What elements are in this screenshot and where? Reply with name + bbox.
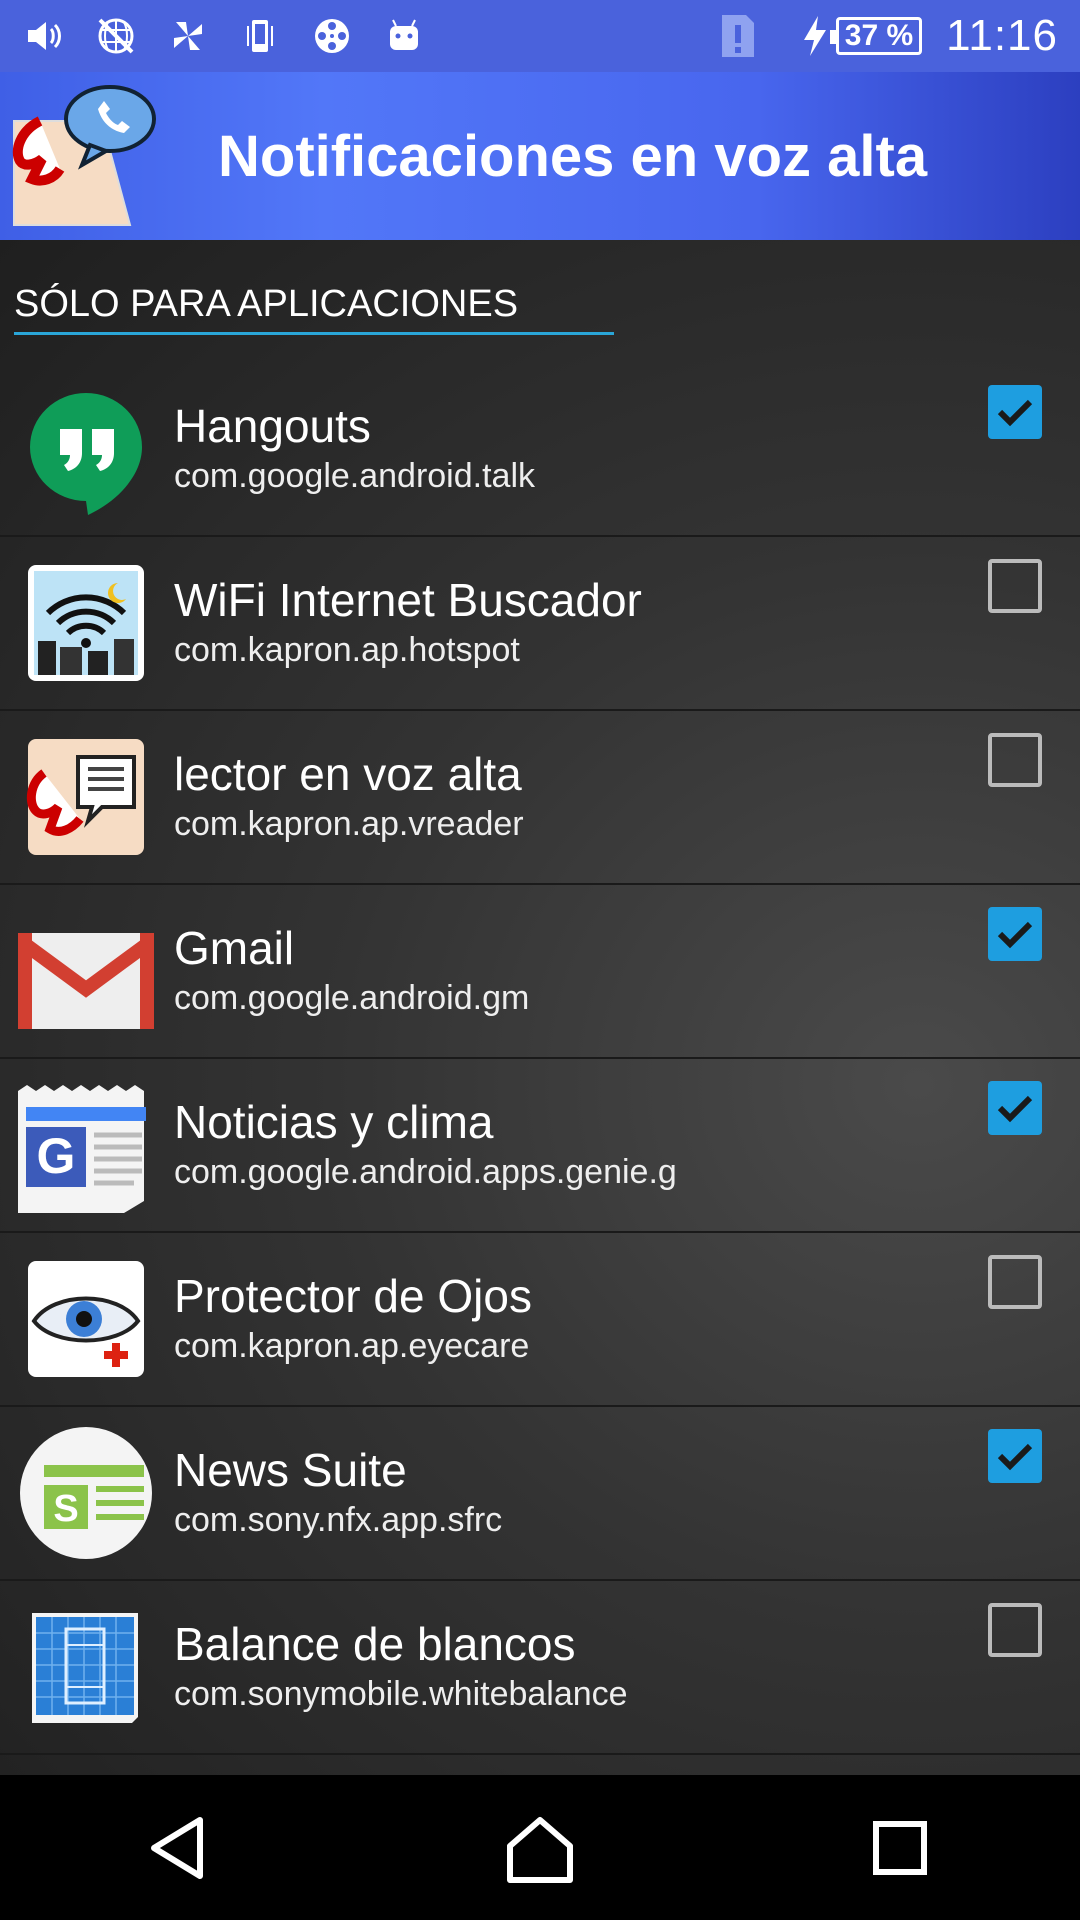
back-icon <box>151 1816 203 1879</box>
enable-checkbox[interactable] <box>988 1429 1042 1483</box>
list-item[interactable]: Protector de Ojos com.kapron.ap.eyecare <box>0 1233 1080 1407</box>
hangouts-icon <box>18 381 154 517</box>
section-header: SÓLO PARA APLICACIONES <box>14 283 614 335</box>
list-item[interactable]: S News Suite com.sony.nfx.app.sfrc <box>0 1407 1080 1581</box>
recents-icon <box>873 1820 927 1875</box>
no-network-icon <box>94 14 138 58</box>
home-icon <box>507 1816 573 1883</box>
app-logo <box>12 85 156 226</box>
app-package: com.google.android.apps.genie.g <box>174 1153 677 1191</box>
voice-reader-icon <box>18 729 154 865</box>
app-name: WiFi Internet Buscador <box>174 574 642 626</box>
enable-checkbox[interactable] <box>988 385 1042 439</box>
app-package: com.kapron.ap.vreader <box>174 805 524 843</box>
app-package: com.sonymobile.whitebalance <box>174 1675 628 1713</box>
enable-checkbox[interactable] <box>988 1255 1042 1309</box>
app-package: com.google.android.gm <box>174 979 530 1017</box>
list-item[interactable]: G Noticias y clima com.google.android.ap… <box>0 1059 1080 1233</box>
white-balance-icon <box>18 1599 154 1735</box>
clock: 11:16 <box>946 11 1058 60</box>
list-item[interactable]: Gmail com.google.android.gm <box>0 885 1080 1059</box>
enable-checkbox[interactable] <box>988 559 1042 613</box>
phone-data-icon <box>238 14 282 58</box>
list-item[interactable]: WiFi Internet Buscador com.kapron.ap.hot… <box>0 537 1080 711</box>
enable-checkbox[interactable] <box>988 1081 1042 1135</box>
charging-icon <box>803 16 826 56</box>
wifi-finder-icon <box>18 555 154 691</box>
list-item[interactable]: lector en voz alta com.kapron.ap.vreader <box>0 711 1080 885</box>
battery-indicator: 37 % <box>829 17 923 55</box>
enable-checkbox[interactable] <box>988 907 1042 961</box>
svg-text:G: G <box>37 1128 76 1184</box>
app-name: Gmail <box>174 922 295 974</box>
navigation-bar <box>0 1775 1080 1920</box>
gmail-icon <box>13 903 159 1039</box>
app-name: News Suite <box>174 1444 407 1496</box>
enable-checkbox[interactable] <box>988 733 1042 787</box>
app-title: Notificaciones en voz alta <box>218 123 928 189</box>
list-item[interactable]: Hangouts com.google.android.talk <box>0 363 1080 537</box>
storage-alert-icon <box>721 15 754 57</box>
back-button[interactable] <box>140 1808 220 1888</box>
film-reel-icon <box>310 14 354 58</box>
android-icon <box>382 14 426 58</box>
app-bar: Notificaciones en voz alta <box>0 72 1080 240</box>
status-bar: 37 % 11:16 <box>0 0 1080 72</box>
app-package: com.google.android.talk <box>174 457 536 495</box>
app-name: lector en voz alta <box>174 748 522 800</box>
svg-text:S: S <box>53 1488 78 1530</box>
enable-checkbox[interactable] <box>988 1603 1042 1657</box>
app-package: com.kapron.ap.hotspot <box>174 631 520 669</box>
app-package: com.sony.nfx.app.sfrc <box>174 1501 503 1539</box>
recents-button[interactable] <box>860 1808 940 1888</box>
app-name: Balance de blancos <box>174 1618 576 1670</box>
app-list: Hangouts com.google.android.talk WiFi In… <box>0 363 1080 1755</box>
news-suite-icon: S <box>18 1425 154 1561</box>
home-button[interactable] <box>500 1808 580 1888</box>
app-name: Hangouts <box>174 400 371 452</box>
settings-content: SÓLO PARA APLICACIONES Hangouts com.goog… <box>0 240 1080 1775</box>
eye-protector-icon <box>18 1251 154 1387</box>
news-weather-icon: G <box>18 1077 154 1213</box>
app-package: com.kapron.ap.eyecare <box>174 1327 530 1365</box>
volume-icon <box>22 14 66 58</box>
wind-icon <box>166 14 210 58</box>
app-name: Noticias y clima <box>174 1096 494 1148</box>
list-item[interactable]: Balance de blancos com.sonymobile.whiteb… <box>0 1581 1080 1755</box>
app-name: Protector de Ojos <box>174 1270 532 1322</box>
